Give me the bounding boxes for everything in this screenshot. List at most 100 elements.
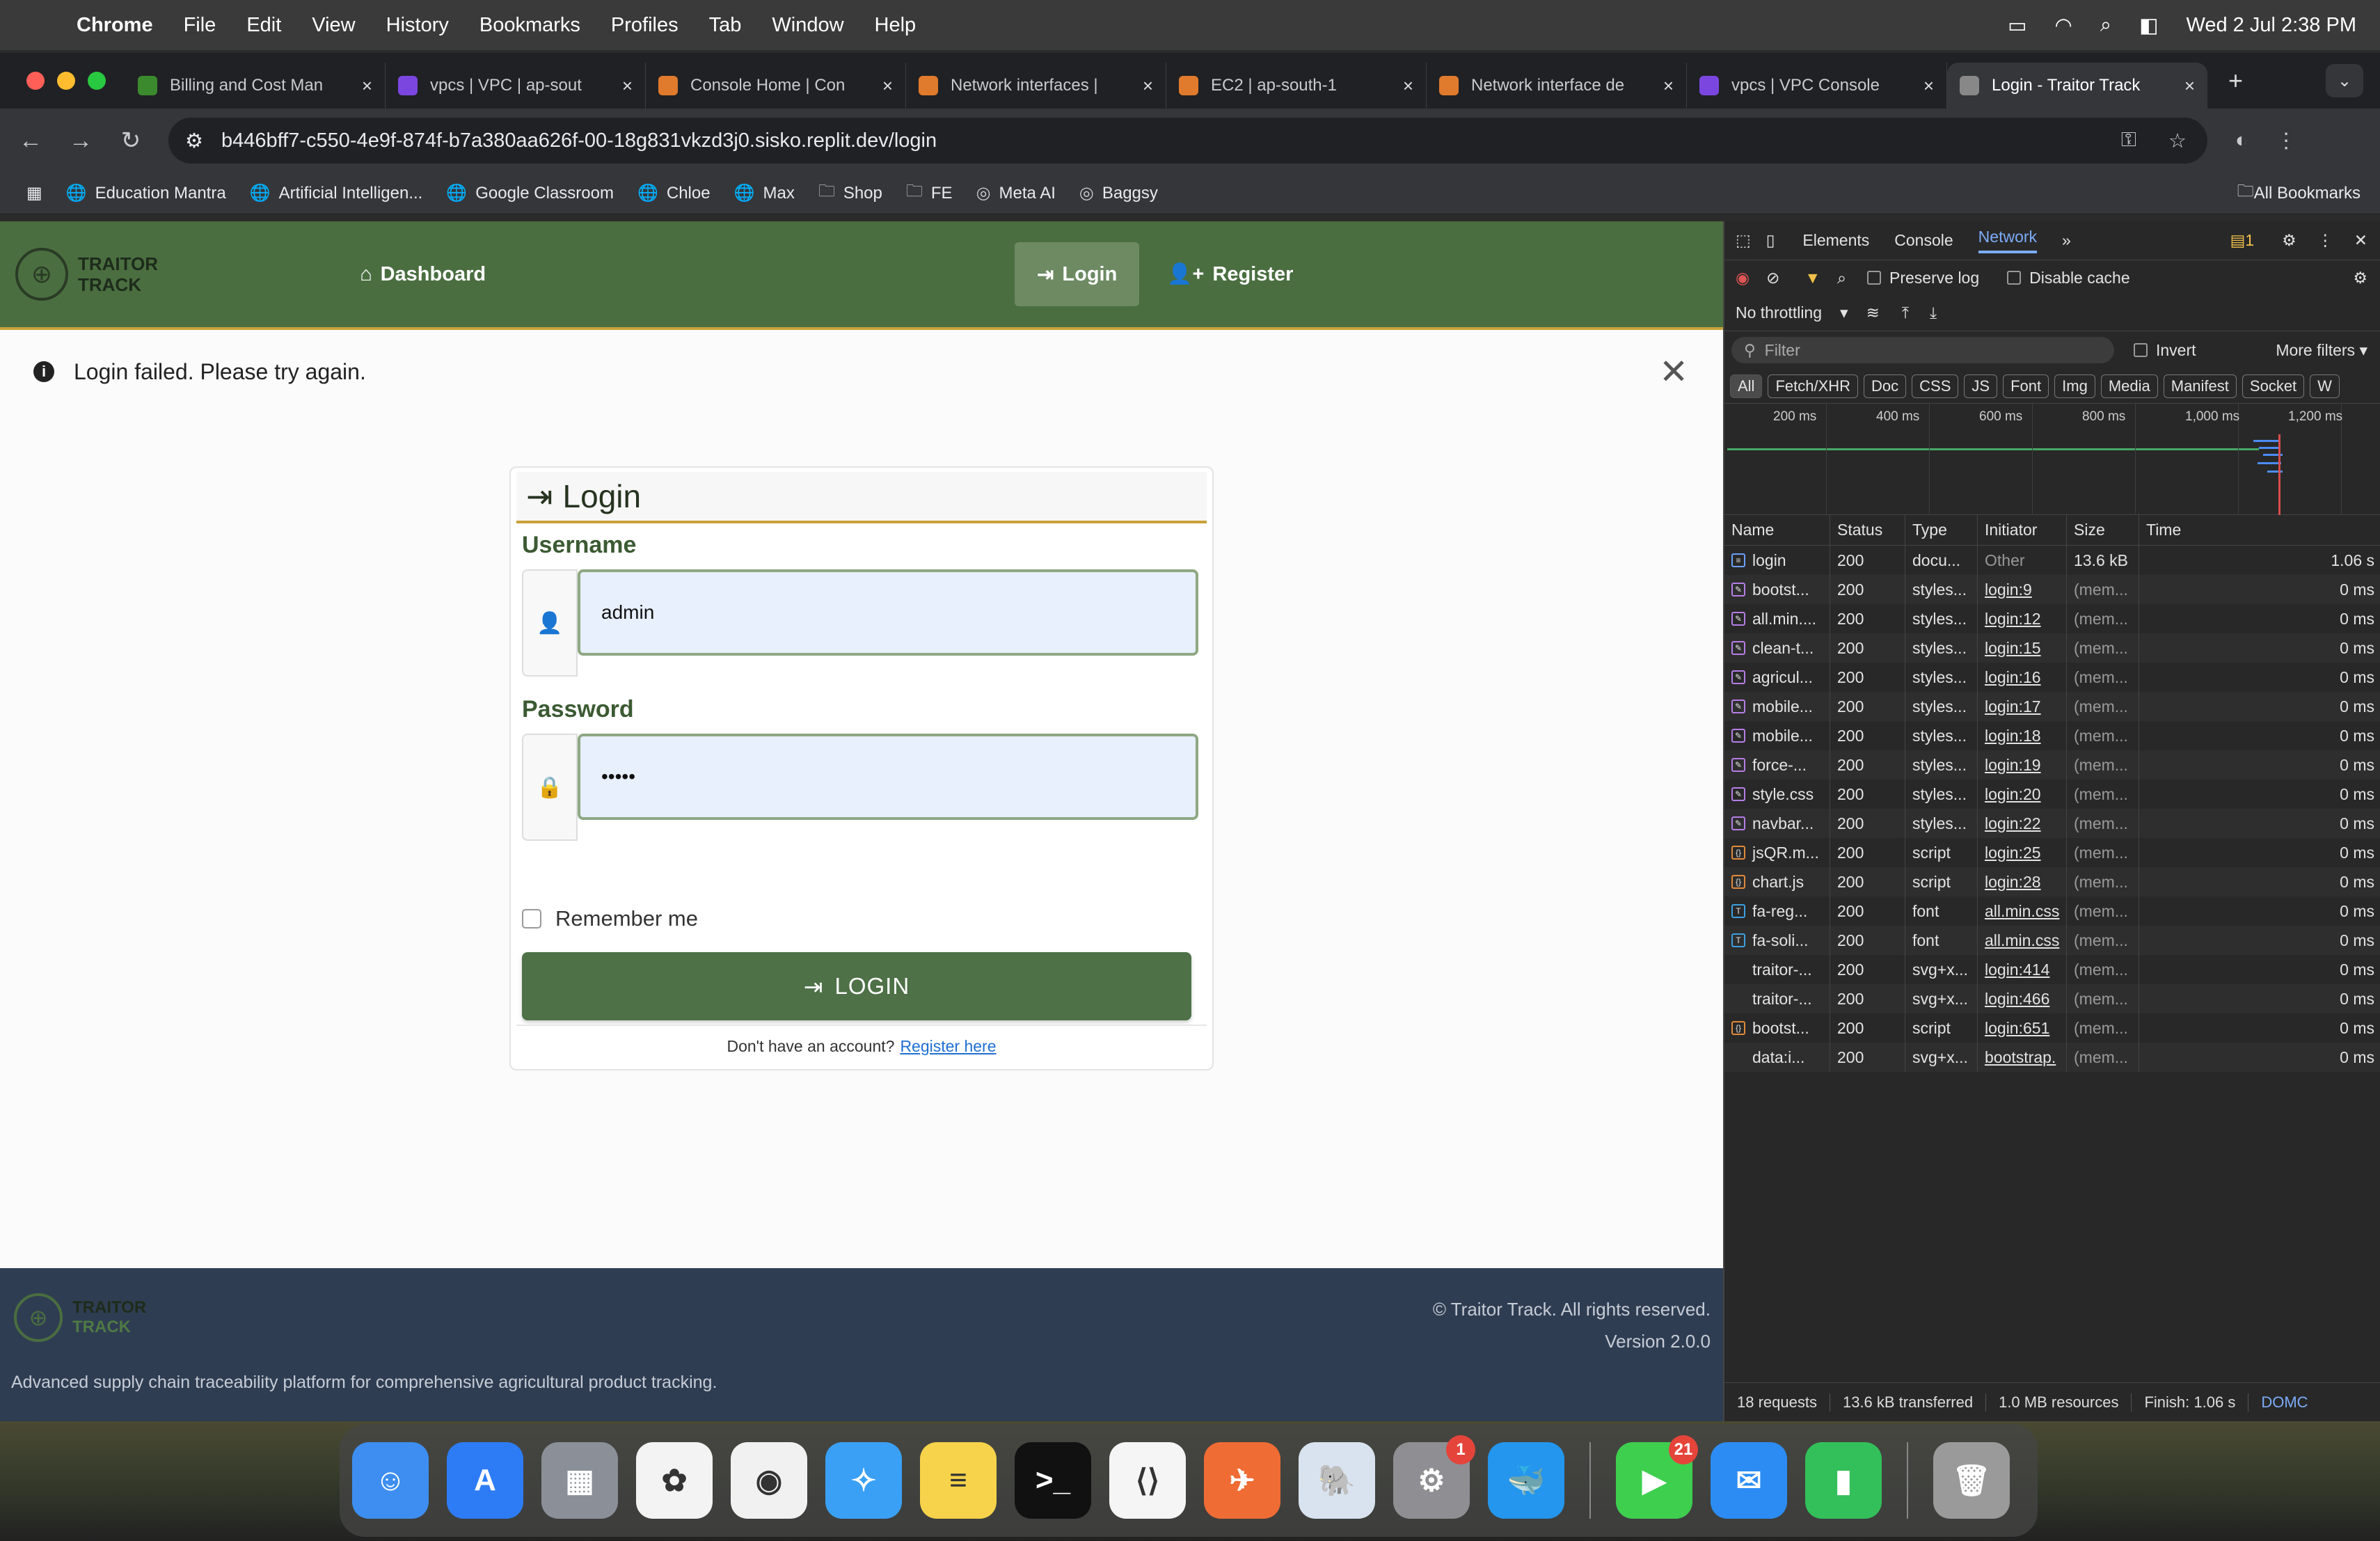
numbers-icon[interactable]: ▮ — [1805, 1442, 1882, 1519]
network-conditions-icon[interactable]: ≋ — [1866, 303, 1880, 322]
bookmark-item[interactable]: 🌐 Max — [734, 179, 795, 207]
register-here-link[interactable]: Register here — [900, 1037, 996, 1056]
chrome-icon[interactable]: ◉ — [731, 1442, 807, 1519]
bookmark-item[interactable]: 🌐 Google Classroom — [446, 179, 614, 207]
col-status[interactable]: Status — [1830, 515, 1905, 545]
network-row[interactable]: {} jsQR.m... 200 script login:25 (mem... 0 ms — [1724, 838, 2380, 867]
initiator-link[interactable]: login:25 — [1985, 844, 2041, 862]
type-filter-chip[interactable]: All — [1730, 374, 1763, 398]
address-url[interactable]: b446bff7-c550-4e9f-874f-b7a380aa626f-00-… — [221, 129, 937, 152]
initiator-link[interactable]: login:16 — [1985, 668, 2041, 687]
app-store-icon[interactable]: A — [447, 1442, 523, 1519]
close-tab-icon[interactable]: × — [622, 75, 633, 97]
browser-tab[interactable]: Billing and Cost Man × — [125, 63, 386, 109]
devtools-tab-network[interactable]: Network — [1978, 228, 2038, 253]
filter-funnel-icon[interactable]: ▼ — [1804, 269, 1820, 287]
invert-checkbox[interactable] — [2134, 343, 2148, 357]
network-row[interactable]: ✎ clean-t... 200 styles... login:15 (mem... 0 … — [1724, 633, 2380, 663]
type-filter-chip[interactable]: Fetch/XHR — [1768, 374, 1859, 398]
browser-tab[interactable]: vpcs | VPC | ap-sout × — [386, 63, 646, 109]
network-row[interactable]: data:i... 200 svg+x... bootstrap. (mem... 0 m… — [1724, 1043, 2380, 1072]
remember-me-checkbox[interactable] — [522, 909, 541, 928]
cell-initiator[interactable]: login:9 — [1978, 575, 2067, 604]
chrome-menu-icon[interactable]: ⋮ — [2276, 129, 2296, 153]
browser-tab[interactable]: Console Home | Con × — [646, 63, 906, 109]
profile-avatar[interactable]: ◐ — [2235, 129, 2248, 153]
throttling-select[interactable]: No throttling — [1736, 303, 1822, 322]
disable-cache-checkbox[interactable] — [2007, 271, 2022, 285]
menu-profiles[interactable]: Profiles — [611, 14, 679, 37]
new-tab-button[interactable]: + — [2228, 66, 2243, 95]
browser-tab[interactable]: Network interfaces | × — [906, 63, 1166, 109]
vscode-icon[interactable]: ⟨⟩ — [1109, 1442, 1186, 1519]
terminal-icon[interactable]: >_ — [1015, 1442, 1091, 1519]
cell-initiator[interactable]: login:25 — [1978, 838, 2067, 867]
search-icon[interactable]: ⌕ — [1837, 269, 1846, 287]
nav-login[interactable]: ⇥ Login — [1015, 242, 1140, 306]
more-tabs-icon[interactable]: » — [2062, 231, 2071, 250]
type-filter-chip[interactable]: Doc — [1864, 374, 1907, 398]
docker-icon[interactable]: 🐳 — [1488, 1442, 1564, 1519]
inspect-element-icon[interactable]: ⬚ — [1736, 231, 1751, 250]
import-har-icon[interactable]: ⤒ — [1902, 303, 1909, 322]
control-center-icon[interactable]: ◧ — [2139, 13, 2158, 38]
col-initiator[interactable]: Initiator — [1978, 515, 2067, 545]
network-timeline-overview[interactable]: 200 ms 400 ms 600 ms 800 ms 1,000 ms 1,200 ms — [1724, 404, 2380, 515]
address-bar[interactable]: ⚙ b446bff7-c550-4e9f-874f-b7a380aa626f-0… — [168, 118, 2207, 164]
col-size[interactable]: Size — [2067, 515, 2139, 545]
network-row[interactable]: {} chart.js 200 script login:28 (mem... 0 ms — [1724, 867, 2380, 896]
close-alert-icon[interactable]: ✕ — [1659, 351, 1688, 392]
network-row[interactable]: Tfa-reg... 200 font all.min.css (mem... 0 ms — [1724, 896, 2380, 926]
minimize-window-button[interactable] — [57, 72, 75, 90]
initiator-link[interactable]: login:22 — [1985, 814, 2041, 833]
bookmark-item[interactable]: 🌐 Chloe — [637, 179, 711, 207]
close-tab-icon[interactable]: × — [1403, 75, 1413, 97]
initiator-link[interactable]: login:18 — [1985, 727, 2041, 745]
type-filter-chip[interactable]: CSS — [1912, 374, 1959, 398]
cell-initiator[interactable]: login:651 — [1978, 1013, 2067, 1043]
clear-icon[interactable]: ⊘ — [1766, 269, 1779, 287]
initiator-link[interactable]: login:414 — [1985, 961, 2049, 979]
battery-icon[interactable]: ▭ — [2008, 13, 2026, 38]
type-filter-chip[interactable]: Img — [2054, 374, 2095, 398]
nav-dashboard[interactable]: ⌂ Dashboard — [360, 263, 486, 286]
type-filter-chip[interactable]: W — [2310, 374, 2340, 398]
devtools-tab-elements[interactable]: Elements — [1802, 231, 1869, 250]
close-tab-icon[interactable]: × — [1663, 75, 1674, 97]
close-tab-icon[interactable]: × — [2184, 75, 2195, 97]
browser-tab[interactable]: Network interface de × — [1427, 63, 1687, 109]
devtools-tab-console[interactable]: Console — [1894, 231, 1953, 250]
cell-initiator[interactable]: Other — [1978, 546, 2067, 575]
bookmark-item[interactable]: 🌐 Education Mantra — [66, 179, 226, 207]
all-bookmarks-folder[interactable]: 🗀 All Bookmarks — [2237, 179, 2361, 207]
devtools-menu-icon[interactable]: ⋮ — [2317, 231, 2333, 250]
bookmark-star-icon[interactable]: ☆ — [2168, 129, 2187, 153]
bookmark-item[interactable]: 🗀 Shop — [818, 179, 882, 207]
nav-register[interactable]: 👤+ Register — [1167, 262, 1293, 286]
apps-grid-icon[interactable]: ▦ — [26, 183, 42, 203]
cell-initiator[interactable]: all.min.css — [1978, 896, 2067, 926]
network-row[interactable]: ✎ navbar... 200 styles... login:22 (mem... 0 m… — [1724, 809, 2380, 838]
menu-file[interactable]: File — [184, 14, 216, 37]
menu-edit[interactable]: Edit — [246, 14, 281, 37]
cell-initiator[interactable]: login:17 — [1978, 692, 2067, 721]
network-row[interactable]: {} bootst... 200 script login:651 (mem... 0 ms — [1724, 1013, 2380, 1043]
bookmark-item[interactable]: ◎ Meta AI — [976, 179, 1056, 207]
menu-history[interactable]: History — [386, 14, 449, 37]
browser-tab[interactable]: EC2 | ap-south-1 × — [1166, 63, 1427, 109]
network-filter-input[interactable]: ⚲ Filter — [1731, 337, 2114, 363]
export-har-icon[interactable]: ⤓ — [1930, 303, 1937, 322]
menu-window[interactable]: Window — [772, 14, 843, 37]
network-row[interactable]: traitor-... 200 svg+x... login:466 (mem... 0 … — [1724, 984, 2380, 1013]
cell-initiator[interactable]: login:15 — [1978, 633, 2067, 663]
initiator-link[interactable]: login:20 — [1985, 785, 2041, 804]
record-stop-icon[interactable]: ◉ — [1736, 269, 1750, 287]
launchpad-icon[interactable]: ▦ — [541, 1442, 618, 1519]
wifi-icon[interactable]: ◠ — [2055, 13, 2072, 38]
bookmark-item[interactable]: ◎ Baggsy — [1079, 179, 1158, 207]
tab-search-dropdown[interactable]: ⌄ — [2326, 64, 2363, 97]
network-row[interactable]: Tfa-soli... 200 font all.min.css (mem... 0 ms — [1724, 926, 2380, 955]
menu-help[interactable]: Help — [875, 14, 917, 37]
initiator-link[interactable]: login:12 — [1985, 610, 2041, 629]
network-settings-icon[interactable]: ⚙ — [2353, 269, 2367, 287]
